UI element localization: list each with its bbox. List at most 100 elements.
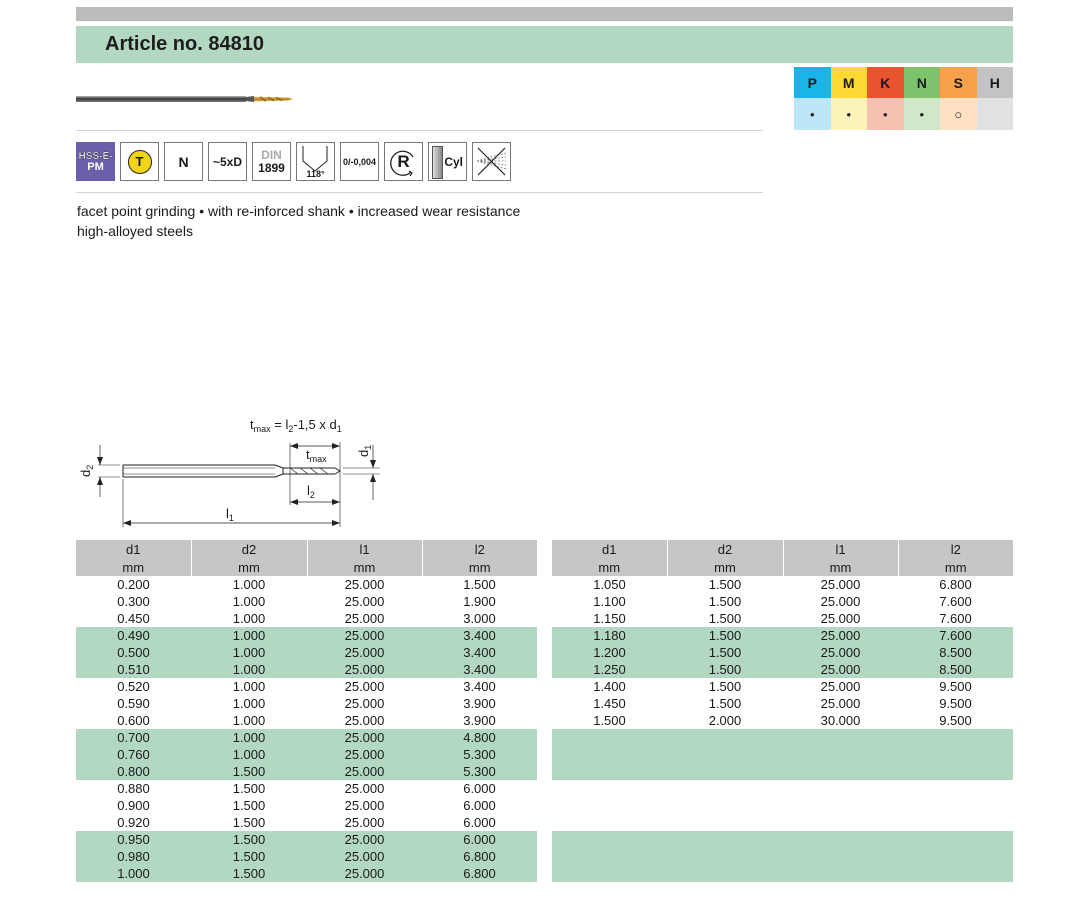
table-cell: 0.300: [117, 594, 150, 609]
table-row: 0.450 1.000 25.000 3.000: [76, 610, 537, 627]
table-unit-row: mm mm mm mm: [552, 558, 1013, 576]
material-h-value: [976, 98, 1013, 130]
tolerance-icon: 0/-0,004: [340, 142, 379, 181]
material-h-header: H: [976, 67, 1013, 98]
col-d2-unit: mm: [666, 558, 783, 576]
table-row: 1.180 1.500 25.000 7.600: [552, 627, 1013, 644]
table-cell: 25.000: [307, 746, 422, 763]
description: facet point grinding • with re-inforced …: [77, 201, 520, 241]
table-cell: 1.000: [191, 644, 307, 661]
table-cell: 0.520: [117, 679, 150, 694]
d1-label: d1: [356, 445, 373, 457]
table-cell: [783, 746, 898, 763]
table-cell: [667, 814, 783, 831]
table-cell: 3.400: [422, 627, 537, 644]
table-cell: [783, 729, 898, 746]
divider-bottom: [76, 192, 763, 193]
table-cell: 1.500: [191, 848, 307, 865]
table-row: [552, 848, 1013, 865]
tin-coating-icon: T: [120, 142, 159, 181]
shank-label: Cyl: [444, 154, 463, 169]
l2-label: l2: [307, 483, 315, 500]
material-s-value: ○: [940, 98, 977, 130]
table-row: 0.500 1.000 25.000 3.400: [76, 644, 537, 661]
table-cell: 1.180: [552, 627, 667, 644]
table-row: [552, 797, 1013, 814]
table-cell: 7.600: [939, 611, 972, 626]
table-row: 1.100 1.500 25.000 7.600: [552, 593, 1013, 610]
table-cell: 25.000: [820, 594, 861, 609]
no-coolant-icon: [472, 142, 511, 181]
table-cell: [667, 865, 783, 882]
dimension-arrows: [97, 443, 376, 526]
table-cell: 25.000: [307, 848, 422, 865]
material-p-value: •: [794, 98, 831, 130]
table-cell: [552, 831, 667, 848]
table-cell: 1.500: [463, 577, 496, 592]
table-cell: 1.000: [232, 577, 266, 592]
table-row: [552, 831, 1013, 848]
title-bar: Article no. 84810: [76, 26, 1013, 63]
table-cell: 8.500: [898, 661, 1013, 678]
table-cell: 1.500: [708, 594, 742, 609]
table-cell: 1.250: [552, 661, 667, 678]
table-cell: [783, 763, 898, 780]
col-l2-header: l2: [421, 540, 537, 558]
table-cell: 0.510: [76, 661, 191, 678]
table-cell: 0.800: [76, 763, 191, 780]
table-cell: [552, 797, 667, 814]
table-cell: 25.000: [307, 831, 422, 848]
table-row: 1.400 1.500 25.000 9.500: [552, 678, 1013, 695]
table-cell: 3.900: [463, 696, 496, 711]
table-cell: [898, 831, 1013, 848]
table-cell: [552, 848, 667, 865]
right-hand-rotation-icon: R: [384, 142, 423, 181]
table-cell: 25.000: [783, 644, 898, 661]
table-cell: 1.000: [232, 679, 266, 694]
table-cell: [898, 746, 1013, 763]
table-cell: 0.600: [117, 713, 150, 728]
col-d2-header: d2: [666, 540, 783, 558]
table-cell: 0.490: [76, 627, 191, 644]
col-d2-header: d2: [190, 540, 307, 558]
table-cell: [898, 729, 1013, 746]
table-cell: [667, 797, 783, 814]
table-row: 0.200 1.000 25.000 1.500: [76, 576, 537, 593]
table-cell: 1.000: [232, 611, 266, 626]
table-cell: 0.700: [76, 729, 191, 746]
table-cell: 0.200: [117, 577, 150, 592]
table-cell: [783, 865, 898, 882]
table-cell: [552, 865, 667, 882]
angle-label: 118°: [306, 169, 325, 179]
table-cell: 0.920: [117, 815, 150, 830]
table-row: 0.300 1.000 25.000 1.900: [76, 593, 537, 610]
table-cell: 0.760: [76, 746, 191, 763]
table-cell: [783, 797, 898, 814]
table-row: 0.880 1.500 25.000 6.000: [76, 780, 537, 797]
table-cell: 0.500: [76, 644, 191, 661]
table-cell: 6.800: [422, 848, 537, 865]
table-cell: 1.500: [708, 679, 742, 694]
length-5xd-icon: ~5xD: [208, 142, 247, 181]
table-cell: 1.150: [593, 611, 626, 626]
table-row: [552, 746, 1013, 763]
table-cell: 1.000: [232, 713, 266, 728]
table-cell: 30.000: [820, 713, 861, 728]
table-row: 0.900 1.500 25.000 6.000: [76, 797, 537, 814]
table-row: 0.800 1.500 25.000 5.300: [76, 763, 537, 780]
table-cell: 25.000: [344, 577, 385, 592]
table-cell: 9.500: [939, 713, 972, 728]
shank-shape: [432, 146, 443, 179]
table-row: 1.150 1.500 25.000 7.600: [552, 610, 1013, 627]
table-cell: 25.000: [820, 696, 861, 711]
table-cell: 25.000: [344, 815, 385, 830]
table-cell: 0.590: [117, 696, 150, 711]
table-row: 0.600 1.000 25.000 3.900: [76, 712, 537, 729]
table-cell: 1.500: [593, 713, 626, 728]
table-row: 0.490 1.000 25.000 3.400: [76, 627, 537, 644]
table-row: 1.000 1.500 25.000 6.800: [76, 865, 537, 882]
table-cell: [667, 831, 783, 848]
col-d1-header: d1: [552, 540, 667, 558]
table-cell: 7.600: [939, 594, 972, 609]
top-gray-bar: [76, 7, 1013, 21]
